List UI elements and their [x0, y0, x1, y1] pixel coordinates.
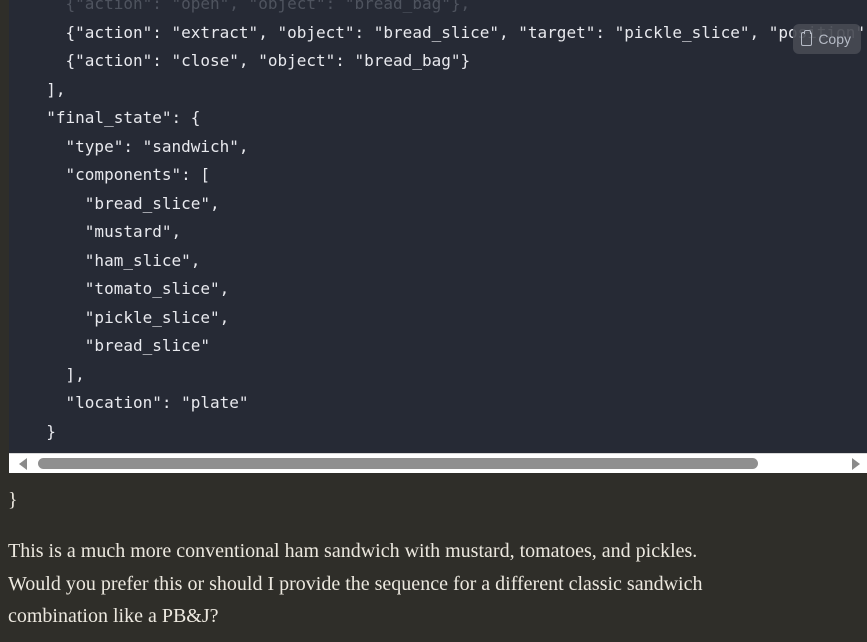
json-code-block: {"action": "open", "object": "bread_bag"…: [27, 0, 867, 446]
scroll-left-arrow-icon[interactable]: [19, 458, 27, 470]
closing-brace-text: }: [8, 489, 18, 511]
code-line: "ham_slice",: [27, 250, 201, 270]
code-block-container: {"action": "open", "object": "bread_bag"…: [9, 0, 867, 453]
code-line: "location": "plate": [27, 393, 249, 412]
copy-button-label: Copy: [818, 31, 851, 47]
code-line: "components": [: [27, 165, 211, 184]
copy-code-button[interactable]: Copy: [793, 24, 861, 54]
message-line: combination like a PB&J?: [8, 605, 219, 627]
code-line: "pickle_slice",: [27, 307, 230, 327]
code-line: }: [27, 421, 56, 441]
code-line: {"action": "close", "object": "bread_bag…: [27, 51, 471, 70]
horizontal-scrollbar[interactable]: [9, 453, 867, 473]
code-line: {"action": "extract", "object": "bread_s…: [27, 22, 867, 42]
clipboard-icon: [801, 30, 813, 46]
code-line: {"action": "open", "object": "bread_bag"…: [27, 0, 471, 13]
assistant-message-text: This is a much more conventional ham san…: [8, 535, 848, 633]
code-line: "tomato_slice",: [27, 279, 230, 298]
code-line: ],: [27, 364, 85, 384]
message-line: Would you prefer this or should I provid…: [8, 572, 703, 595]
code-line: ],: [27, 79, 66, 99]
chat-message-area: {"action": "open", "object": "bread_bag"…: [0, 0, 867, 642]
code-line: "bread_slice": [27, 336, 211, 355]
code-line: "type": "sandwich",: [27, 136, 249, 156]
scroll-right-arrow-icon[interactable]: [852, 458, 860, 470]
code-line: "final_state": {: [27, 108, 201, 127]
message-line: This is a much more conventional ham san…: [8, 540, 698, 562]
code-line: "mustard",: [27, 222, 182, 241]
code-line: "bread_slice",: [27, 193, 220, 213]
scrollbar-thumb[interactable]: [38, 458, 758, 469]
